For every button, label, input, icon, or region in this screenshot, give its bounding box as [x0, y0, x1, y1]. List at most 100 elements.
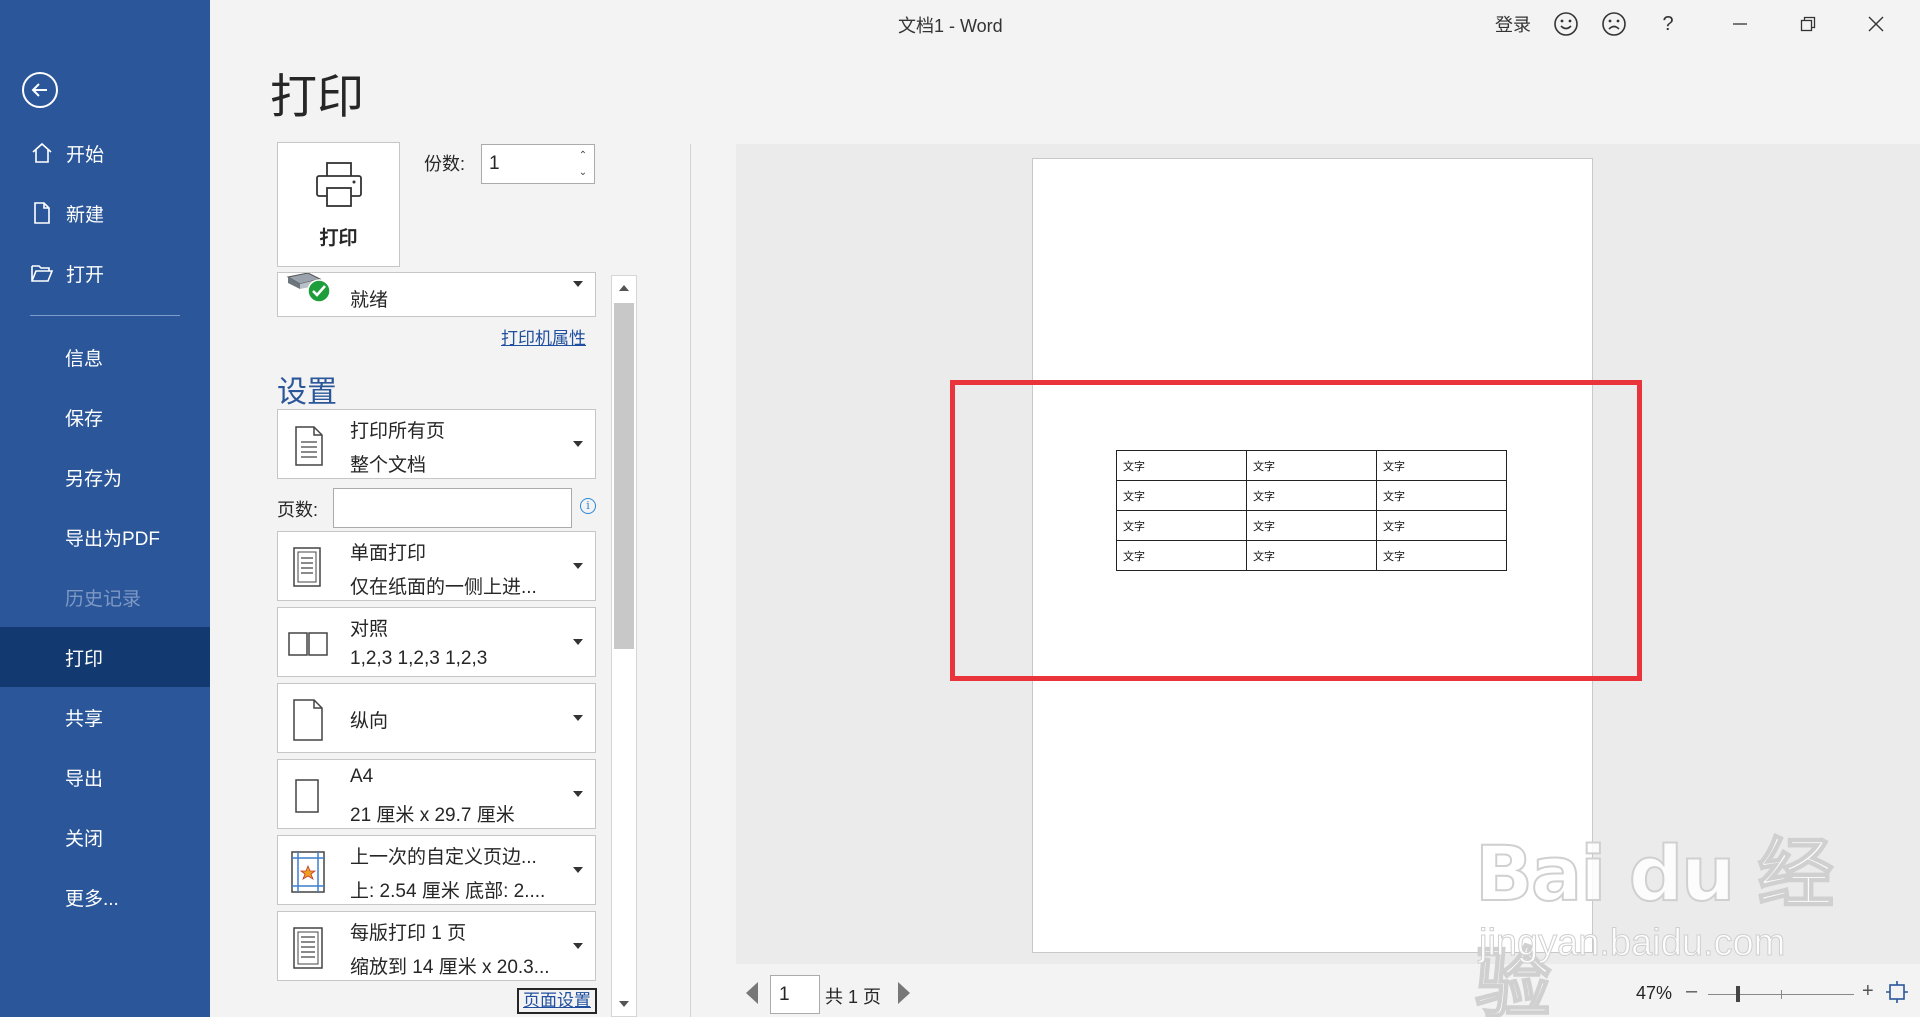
nav-label: 共享 — [65, 708, 104, 730]
setting-title: 每版打印 1 页 — [350, 923, 467, 944]
nav-share[interactable]: 共享 — [0, 687, 210, 747]
nav-export[interactable]: 导出 — [0, 747, 210, 807]
nav-save[interactable]: 保存 — [0, 387, 210, 447]
nav-label: 打印 — [65, 648, 104, 670]
chevron-down-icon — [573, 943, 583, 949]
nav-history: 历史记录 — [0, 567, 210, 627]
close-icon[interactable] — [1856, 8, 1896, 40]
zoom-center-tick — [1781, 990, 1782, 999]
pages-input[interactable] — [333, 488, 572, 528]
nav-new[interactable]: 新建 — [0, 183, 210, 243]
spin-up-icon[interactable]: ⌃ — [576, 147, 590, 164]
setting-detail: 整个文档 — [350, 455, 427, 476]
setting-title: 单面打印 — [350, 543, 427, 564]
pages-per-sheet-icon — [293, 927, 323, 969]
sides-select[interactable]: 单面打印 仅在纸面的一侧上进... — [277, 531, 596, 601]
nav-divider — [30, 315, 180, 316]
page-total: 共 1 页 — [825, 987, 882, 1007]
copies-value: 1 — [489, 153, 500, 174]
copies-input[interactable]: 1 ⌃ ⌄ — [481, 144, 595, 184]
pages-per-sheet-select[interactable]: 每版打印 1 页 缩放到 14 厘米 x 20.3... — [277, 911, 596, 981]
printer-icon — [316, 162, 362, 207]
back-button[interactable] — [22, 72, 58, 108]
nav-label: 历史记录 — [65, 588, 142, 610]
margins-select[interactable]: 上一次的自定义页边... 上: 2.54 厘米 底部: 2.... — [277, 835, 596, 905]
help-button[interactable]: ? — [1652, 8, 1684, 40]
nav-label: 开始 — [66, 144, 105, 166]
open-folder-icon — [28, 259, 56, 287]
scroll-down-icon[interactable] — [612, 992, 636, 1016]
page-setup-link[interactable]: 页面设置 — [517, 988, 597, 1014]
paper-size-select[interactable]: A4 21 厘米 x 29.7 厘米 — [277, 759, 596, 829]
smile-feedback-icon[interactable] — [1550, 8, 1582, 40]
chevron-down-icon — [573, 791, 583, 797]
nav-label: 另存为 — [65, 468, 123, 490]
nav-export-pdf[interactable]: 导出为PDF — [0, 507, 210, 567]
nav-label: 更多... — [65, 888, 119, 910]
scroll-thumb[interactable] — [614, 303, 634, 649]
document-pages-icon — [295, 426, 323, 466]
printer-ready-icon — [286, 273, 331, 303]
setting-title: 对照 — [350, 619, 389, 640]
setting-detail: 上: 2.54 厘米 底部: 2.... — [350, 881, 546, 902]
setting-detail: 1,2,3 1,2,3 1,2,3 — [350, 648, 488, 669]
nav-label: 打开 — [66, 264, 105, 286]
restore-icon[interactable] — [1788, 8, 1828, 40]
chevron-down-icon — [573, 867, 583, 873]
copies-label: 份数: — [424, 154, 466, 174]
setting-detail: 缩放到 14 厘米 x 20.3... — [350, 957, 550, 978]
spin-down-icon[interactable]: ⌄ — [576, 164, 590, 181]
pages-label: 页数: — [277, 500, 319, 520]
nav-open[interactable]: 打开 — [0, 243, 210, 303]
nav-close[interactable]: 关闭 — [0, 807, 210, 867]
zoom-level[interactable]: 47% — [1636, 983, 1672, 1004]
collate-select[interactable]: 对照 1,2,3 1,2,3 1,2,3 — [277, 607, 596, 677]
printer-properties-link[interactable]: 打印机属性 — [501, 324, 586, 349]
copies-spinner[interactable]: ⌃ ⌄ — [576, 147, 590, 181]
settings-heading: 设置 — [277, 376, 337, 409]
chevron-down-icon — [573, 441, 583, 447]
nav-label: 信息 — [65, 348, 104, 370]
page-title: 打印 — [270, 70, 364, 123]
one-sided-icon — [293, 547, 321, 587]
setting-detail: 仅在纸面的一侧上进... — [350, 577, 537, 598]
next-page-icon[interactable] — [898, 982, 910, 1004]
nav-home[interactable]: 开始 — [0, 123, 210, 183]
nav-save-as[interactable]: 另存为 — [0, 447, 210, 507]
printer-select[interactable]: 就绪 — [277, 272, 596, 317]
frown-feedback-icon[interactable] — [1598, 8, 1630, 40]
sign-in-link[interactable]: 登录 — [1495, 8, 1531, 40]
zoom-slider-thumb[interactable] — [1736, 986, 1740, 1002]
nav-print[interactable]: 打印 — [0, 627, 210, 687]
nav-label: 导出为PDF — [65, 528, 161, 550]
nav-label: 保存 — [65, 408, 104, 430]
zoom-out-icon[interactable]: – — [1686, 980, 1697, 1003]
info-icon[interactable]: i — [580, 498, 596, 514]
title-bar: 文档1 - Word 登录 ? — [210, 0, 1920, 46]
print-range-select[interactable]: 打印所有页 整个文档 — [277, 409, 596, 479]
setting-title: 纵向 — [350, 711, 389, 732]
back-arrow-icon — [31, 83, 47, 97]
scroll-up-icon[interactable] — [612, 276, 636, 300]
zoom-in-icon[interactable]: + — [1862, 980, 1874, 1003]
nav-label: 导出 — [65, 768, 104, 790]
print-button[interactable]: 打印 — [277, 142, 400, 267]
backstage-sidebar: 开始 新建 打开 信息 保存 另存为 导出为PDF 历史记录 打印 共享 导出 … — [0, 0, 210, 1017]
nav-more[interactable]: 更多... — [0, 867, 210, 927]
zoom-to-page-icon[interactable] — [1885, 980, 1909, 1004]
previous-page-icon[interactable] — [746, 982, 758, 1004]
nav-info[interactable]: 信息 — [0, 327, 210, 387]
setting-detail: 21 厘米 x 29.7 厘米 — [350, 805, 515, 826]
page-number-input[interactable]: 1 — [770, 975, 820, 1014]
window-title: 文档1 - Word — [898, 16, 1003, 36]
collated-icon — [288, 632, 328, 656]
chevron-down-icon — [573, 639, 583, 645]
paper-size-icon — [295, 779, 319, 813]
print-button-label: 打印 — [319, 228, 358, 249]
new-document-icon — [28, 199, 56, 227]
minimize-icon[interactable] — [1720, 8, 1760, 40]
orientation-select[interactable]: 纵向 — [277, 683, 596, 753]
settings-scrollbar[interactable] — [611, 275, 637, 1017]
setting-title: A4 — [350, 766, 374, 787]
annotation-highlight-box — [950, 380, 1642, 681]
